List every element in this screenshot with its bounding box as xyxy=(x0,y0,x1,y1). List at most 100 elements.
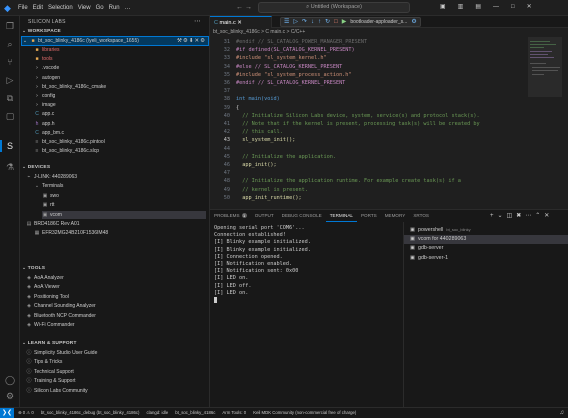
tool-item[interactable]: ◈ AoA Analyzer xyxy=(26,274,206,282)
workspace-item[interactable]: ≡ bt_soc_blinky_4186c.slcp xyxy=(34,147,204,155)
stop-icon[interactable]: □ xyxy=(334,18,338,26)
device-item[interactable]: ▣ swo xyxy=(42,192,206,200)
silicon-labs-icon[interactable]: S xyxy=(0,140,16,152)
menu-file[interactable]: File xyxy=(18,3,28,13)
status-item[interactable]: ⊗ 0 ⚠ 0 xyxy=(18,408,34,418)
chevron-down-icon[interactable]: ⌄ xyxy=(498,211,503,221)
status-item[interactable]: clangd: idle xyxy=(147,408,169,418)
maximize-panel-icon[interactable]: ⌃ xyxy=(535,211,540,221)
terminal-instance[interactable]: ▣ gdb-server xyxy=(404,244,568,253)
tool-item[interactable]: ◈ AoA Viewer xyxy=(26,283,206,291)
remote-explorer-icon[interactable]: ▢ xyxy=(4,110,16,122)
restart-icon[interactable]: ↻ xyxy=(325,18,330,26)
code-editor[interactable]: 31 #endif // SL_CATALOG_POWER_MANAGER_PRE… xyxy=(210,37,568,209)
run-debug-icon[interactable]: ▷ xyxy=(4,74,16,86)
tool-item[interactable]: ◈ Positioning Tool xyxy=(26,293,206,301)
more-actions-icon[interactable]: ⋯ xyxy=(194,17,201,25)
tab-main-c[interactable]: C main.c ✕ xyxy=(210,16,272,28)
workspace-item[interactable]: ■ tools xyxy=(34,55,204,63)
tool-item[interactable]: ◈ Channel Sounding Analyzer xyxy=(26,302,206,310)
layout-icon[interactable]: ▣ xyxy=(440,2,446,13)
terminal-instance[interactable]: ▣ vcom for 440289063 xyxy=(404,234,568,244)
workspace-item[interactable]: › config xyxy=(34,92,204,100)
panel-tab[interactable]: TERMINAL xyxy=(325,210,357,222)
panel-tab[interactable]: MEMORY xyxy=(381,210,410,222)
status-item[interactable]: Keil MDK Community (non-commercial free … xyxy=(253,408,356,418)
tool-item[interactable]: ◈ Bluetooth NCP Commander xyxy=(26,312,206,320)
more-actions-icon[interactable]: ⋯ xyxy=(525,211,531,221)
learn-item[interactable]: ⓘ Technical Support xyxy=(26,368,206,376)
device-item[interactable]: ▣ vcom xyxy=(42,210,206,219)
split-terminal-icon[interactable]: ◫ xyxy=(507,211,513,221)
learn-item[interactable]: ⓘ Training & Support xyxy=(26,377,206,385)
menu-edit[interactable]: Edit xyxy=(33,3,43,13)
notifications-bell-icon[interactable]: ♫ xyxy=(560,408,565,418)
devices-section-header[interactable]: ⌄ DEVICES xyxy=(22,165,50,170)
workspace-actions[interactable]: ⚒⚙⬇✕⚙ xyxy=(177,37,206,45)
panel-tab[interactable]: PROBLEMS 1 xyxy=(210,210,251,222)
panel-tab[interactable]: OUTPUT xyxy=(251,210,278,222)
status-item[interactable]: Arm Tools: 0 xyxy=(222,408,246,418)
tools-section-header[interactable]: ⌄ TOOLS xyxy=(22,266,45,271)
search-icon[interactable]: ⌕ xyxy=(4,38,16,50)
device-item[interactable]: ⌄ Terminals xyxy=(34,182,206,190)
explorer-icon[interactable]: ❐ xyxy=(4,20,16,32)
workspace-item[interactable]: ■ libraries xyxy=(34,46,204,54)
close-panel-icon[interactable]: ✕ xyxy=(544,211,549,221)
menu-more[interactable]: … xyxy=(125,3,131,13)
step-into-icon[interactable]: ↓ xyxy=(311,18,314,26)
workspace-item[interactable]: Capp.c xyxy=(34,110,204,118)
device-item[interactable]: ▦ EFR32MG24B210F1536IM48 xyxy=(34,229,206,237)
gear-icon[interactable]: ⚙ xyxy=(411,18,416,26)
debug-config-select[interactable]: bootloader-apploader_s... xyxy=(350,18,407,26)
terminal-instance[interactable]: ▣ powershell bt_soc_blinky xyxy=(404,225,568,234)
workspace-item[interactable]: › image xyxy=(34,101,204,109)
workspace-section-header[interactable]: ⌄ WORKSPACE xyxy=(22,29,61,34)
maximize-icon[interactable]: □ xyxy=(511,2,515,13)
workspace-item[interactable]: Capp_bm.c xyxy=(34,129,204,137)
drag-handle-icon[interactable]: ☰ xyxy=(284,18,289,26)
remote-indicator-icon[interactable]: ❯❮ xyxy=(0,408,14,418)
learn-item[interactable]: ⓘ Tips & Tricks xyxy=(26,358,206,366)
testing-icon[interactable]: ⚗ xyxy=(4,161,16,173)
terminal-output[interactable]: Opening serial port 'COM6'... Connection … xyxy=(212,225,402,405)
terminal-instance[interactable]: ▣ gdb-server-1 xyxy=(404,254,568,263)
workspace-item[interactable]: h app.h xyxy=(34,120,204,128)
menu-go[interactable]: Go xyxy=(96,3,104,13)
run-config-icon[interactable]: ▶ xyxy=(342,18,347,26)
status-item[interactable]: bt_soc_blinky_4186c_debug (bt_soc_blinky… xyxy=(41,408,140,418)
workspace-root[interactable]: ⌄ ■ bt_soc_blinky_4186c (\yeli_workspace_1… xyxy=(21,36,209,46)
learn-item[interactable]: ⓘ Simplicity Studio User Guide xyxy=(26,349,206,357)
panel-tab[interactable]: DEBUG CONSOLE xyxy=(278,210,326,222)
source-control-icon[interactable]: ⑂ xyxy=(4,56,16,68)
menu-view[interactable]: View xyxy=(78,3,91,13)
tool-item[interactable]: ◈ Wi-Fi Commander xyxy=(26,321,206,329)
continue-icon[interactable]: ▷ xyxy=(293,18,298,26)
settings-gear-icon[interactable]: ⚙ xyxy=(4,390,16,402)
workspace-item[interactable]: › .vscode xyxy=(34,64,204,72)
panel-tab[interactable]: PORTS xyxy=(357,210,381,222)
panel-toggle-icon[interactable]: ▤ xyxy=(475,2,481,13)
step-over-icon[interactable]: ↷ xyxy=(302,18,307,26)
breadcrumb[interactable]: bt_soc_blinky_4186c > C main.c > C/C++ xyxy=(210,28,568,37)
menu-run[interactable]: Run xyxy=(109,3,120,13)
account-icon[interactable]: ◯ xyxy=(4,374,16,386)
workspace-item[interactable]: ≡ bt_soc_blinky_4186c.pintool xyxy=(34,138,204,146)
status-item[interactable]: bt_soc_blinky_4186c xyxy=(175,408,215,418)
forward-arrow-icon[interactable]: → xyxy=(245,4,252,11)
command-center-search[interactable]: ⌕ Untitled (Workspace) xyxy=(258,2,410,13)
minimap[interactable] xyxy=(528,37,562,209)
learn-item[interactable]: ⓘ Silicon Labs Community xyxy=(26,387,206,395)
device-item[interactable]: ▤ BRD4186C Rev A01 xyxy=(26,220,206,228)
step-out-icon[interactable]: ↑ xyxy=(318,18,321,26)
menu-selection[interactable]: Selection xyxy=(48,3,73,13)
sidebar-toggle-icon[interactable]: ▥ xyxy=(458,2,464,13)
minimize-icon[interactable]: — xyxy=(493,2,499,13)
learn-section-header[interactable]: ⌄ LEARN & SUPPORT xyxy=(22,341,77,346)
device-item[interactable]: ⌁ J-LINK: 440289063 xyxy=(26,173,206,181)
device-item[interactable]: ▣ rtt xyxy=(42,201,206,209)
workspace-item[interactable]: › autogen xyxy=(34,74,204,82)
extensions-icon[interactable]: ⧉ xyxy=(4,92,16,104)
workspace-item[interactable]: › bt_soc_blinky_4186c_cmake xyxy=(34,83,204,91)
panel-tab[interactable]: XRTOS xyxy=(409,210,433,222)
